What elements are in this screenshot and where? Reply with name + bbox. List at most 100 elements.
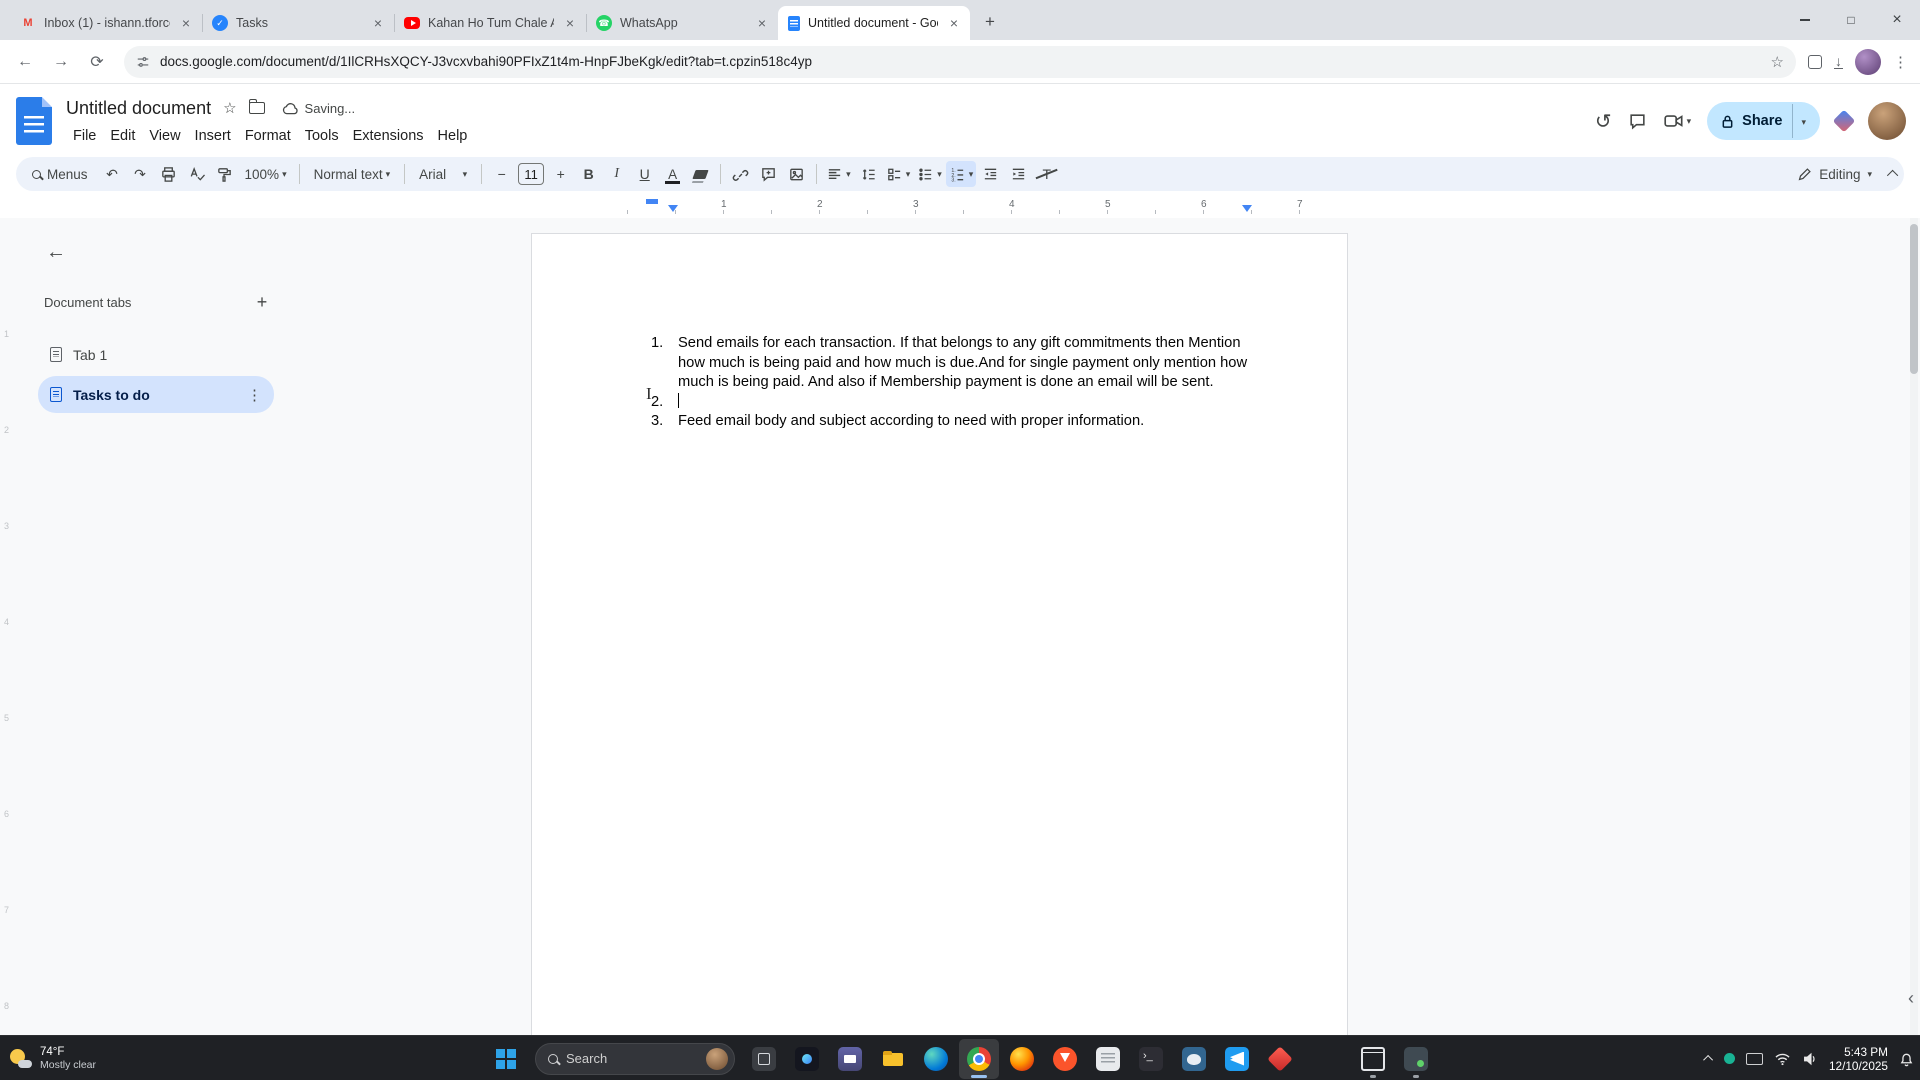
meet-presentation-button[interactable]: ▾ bbox=[1663, 112, 1691, 130]
editing-mode-button[interactable]: Editing ▾ bbox=[1789, 164, 1880, 185]
decrease-indent-button[interactable] bbox=[977, 161, 1004, 187]
menu-edit[interactable]: Edit bbox=[103, 126, 142, 146]
brave-button[interactable] bbox=[1045, 1039, 1085, 1079]
text-color-button[interactable]: A bbox=[659, 161, 686, 187]
window-minimize-button[interactable] bbox=[1782, 0, 1828, 40]
bold-button[interactable]: B bbox=[575, 161, 602, 187]
window-close-button[interactable]: × bbox=[1874, 0, 1920, 40]
star-document-icon[interactable]: ☆ bbox=[223, 99, 236, 117]
volume-icon[interactable] bbox=[1802, 1052, 1818, 1066]
terminal-button[interactable] bbox=[1131, 1039, 1171, 1079]
numbered-list-button[interactable]: 1. 2. 3. ▾ bbox=[945, 161, 977, 187]
gemini-icon[interactable] bbox=[1832, 109, 1856, 133]
open-window-button-2[interactable] bbox=[1396, 1039, 1436, 1079]
print-button[interactable] bbox=[155, 161, 182, 187]
italic-button[interactable]: I bbox=[603, 161, 630, 187]
notifications-bell-icon[interactable] bbox=[1899, 1051, 1914, 1067]
document-page[interactable]: 1. Send emails for each transaction. If … bbox=[531, 233, 1348, 1035]
browser-menu-icon[interactable]: ⋮ bbox=[1893, 53, 1908, 71]
tray-app-icon[interactable] bbox=[1723, 1053, 1735, 1064]
url-omnibox[interactable]: docs.google.com/document/d/1IlCRHsXQCY-J… bbox=[124, 45, 1796, 78]
menu-insert[interactable]: Insert bbox=[188, 126, 238, 146]
touch-keyboard-icon[interactable] bbox=[1745, 1052, 1763, 1065]
paint-format-button[interactable] bbox=[211, 161, 238, 187]
spellcheck-button[interactable] bbox=[183, 161, 210, 187]
side-panel-chevron-icon[interactable]: ‹ bbox=[1908, 988, 1914, 1009]
redo-button[interactable]: ↷ bbox=[127, 161, 154, 187]
menu-file[interactable]: File bbox=[66, 126, 103, 146]
downloads-icon[interactable]: ↓ bbox=[1834, 54, 1843, 69]
move-folder-icon[interactable] bbox=[248, 99, 265, 114]
weather-widget[interactable]: 74°F Mostly clear bbox=[8, 1036, 96, 1080]
insert-link-button[interactable] bbox=[727, 161, 754, 187]
highlight-color-button[interactable] bbox=[687, 161, 714, 187]
vscode-button[interactable] bbox=[1217, 1039, 1257, 1079]
notes-app-button[interactable] bbox=[1088, 1039, 1128, 1079]
menu-view[interactable]: View bbox=[142, 126, 187, 146]
right-indent-marker[interactable] bbox=[1242, 205, 1252, 212]
diamond-app-button[interactable] bbox=[1260, 1039, 1300, 1079]
menus-search-button[interactable]: Menus bbox=[26, 161, 98, 187]
add-comment-button[interactable] bbox=[755, 161, 782, 187]
bookmark-star-icon[interactable]: ☆ bbox=[1771, 53, 1784, 71]
reload-icon[interactable]: ⟳ bbox=[82, 47, 112, 77]
close-tabs-panel-button[interactable]: ← bbox=[36, 232, 76, 272]
scrollbar-thumb[interactable] bbox=[1910, 224, 1918, 374]
version-history-icon[interactable]: ↺ bbox=[1595, 109, 1612, 134]
menu-help[interactable]: Help bbox=[431, 126, 475, 146]
clear-formatting-button[interactable]: T bbox=[1033, 161, 1060, 187]
tab-close-icon[interactable]: × bbox=[754, 15, 770, 31]
tray-overflow-chevron-icon[interactable] bbox=[1703, 1054, 1713, 1065]
browser-tab-whatsapp[interactable]: WhatsApp × bbox=[586, 6, 778, 40]
clock-widget[interactable]: 5:43 PM 12/10/2025 bbox=[1829, 1045, 1888, 1073]
taskbar-search[interactable]: Search bbox=[535, 1042, 735, 1075]
bulleted-list-button[interactable]: ▾ bbox=[914, 161, 945, 187]
list-item-2[interactable]: 2. bbox=[628, 392, 1251, 413]
document-content[interactable]: 1. Send emails for each transaction. If … bbox=[532, 234, 1347, 432]
task-view-button[interactable] bbox=[744, 1039, 784, 1079]
wifi-icon[interactable] bbox=[1774, 1052, 1791, 1066]
list-item-1[interactable]: 1. Send emails for each transaction. If … bbox=[628, 334, 1251, 393]
url-text[interactable]: docs.google.com/document/d/1IlCRHsXQCY-J… bbox=[160, 54, 1761, 69]
tab-options-icon[interactable]: ⋮ bbox=[247, 386, 262, 404]
insert-image-button[interactable] bbox=[783, 161, 810, 187]
underline-button[interactable]: U bbox=[631, 161, 658, 187]
back-icon[interactable]: ← bbox=[10, 47, 40, 77]
forward-icon[interactable]: → bbox=[46, 47, 76, 77]
menu-format[interactable]: Format bbox=[238, 126, 298, 146]
paragraph-style-select[interactable]: Normal text ▾ bbox=[306, 161, 399, 187]
sidebar-item-tasks-to-do[interactable]: Tasks to do ⋮ bbox=[38, 376, 274, 413]
font-select[interactable]: Arial ▾ bbox=[411, 161, 475, 187]
new-tab-button[interactable]: + bbox=[976, 8, 1004, 36]
browser-tab-tasks[interactable]: Tasks × bbox=[202, 6, 394, 40]
browser-profile-avatar[interactable] bbox=[1855, 48, 1881, 75]
collapse-toolbar-icon[interactable] bbox=[1886, 169, 1899, 182]
pgadmin-button[interactable] bbox=[1174, 1039, 1214, 1079]
checklist-button[interactable]: ▾ bbox=[883, 161, 914, 187]
mail-app-button[interactable] bbox=[830, 1039, 870, 1079]
firefox-button[interactable] bbox=[1002, 1039, 1042, 1079]
sidebar-item-tab1[interactable]: Tab 1 bbox=[38, 336, 274, 373]
document-title[interactable]: Untitled document bbox=[66, 98, 211, 119]
add-tab-icon[interactable]: + bbox=[250, 290, 274, 314]
browser-tab-gmail[interactable]: Inbox (1) - ishann.tforce@gmai × bbox=[10, 6, 202, 40]
account-avatar[interactable] bbox=[1868, 102, 1906, 140]
file-explorer-button[interactable] bbox=[873, 1039, 913, 1079]
font-size-input[interactable]: 11 bbox=[518, 163, 545, 185]
browser-tab-docs-active[interactable]: Untitled document - Google Do × bbox=[778, 6, 970, 40]
window-maximize-button[interactable]: □ bbox=[1828, 0, 1874, 40]
tab-close-icon[interactable]: × bbox=[178, 15, 194, 31]
copilot-button[interactable] bbox=[787, 1039, 827, 1079]
menu-tools[interactable]: Tools bbox=[298, 126, 346, 146]
zoom-select[interactable]: 100% ▾ bbox=[239, 161, 293, 187]
extensions-icon[interactable] bbox=[1808, 54, 1822, 69]
google-docs-logo[interactable] bbox=[16, 97, 52, 145]
share-dropdown[interactable]: ▾ bbox=[1792, 104, 1816, 138]
tab-close-icon[interactable]: × bbox=[370, 15, 386, 31]
comments-icon[interactable] bbox=[1628, 112, 1647, 131]
increase-font-size-button[interactable]: + bbox=[547, 161, 574, 187]
chrome-button[interactable] bbox=[959, 1038, 999, 1079]
horizontal-ruler[interactable]: 1 2 3 4 5 6 7 bbox=[0, 196, 1920, 218]
left-indent-marker[interactable] bbox=[668, 205, 678, 212]
decrease-font-size-button[interactable]: − bbox=[488, 161, 515, 187]
